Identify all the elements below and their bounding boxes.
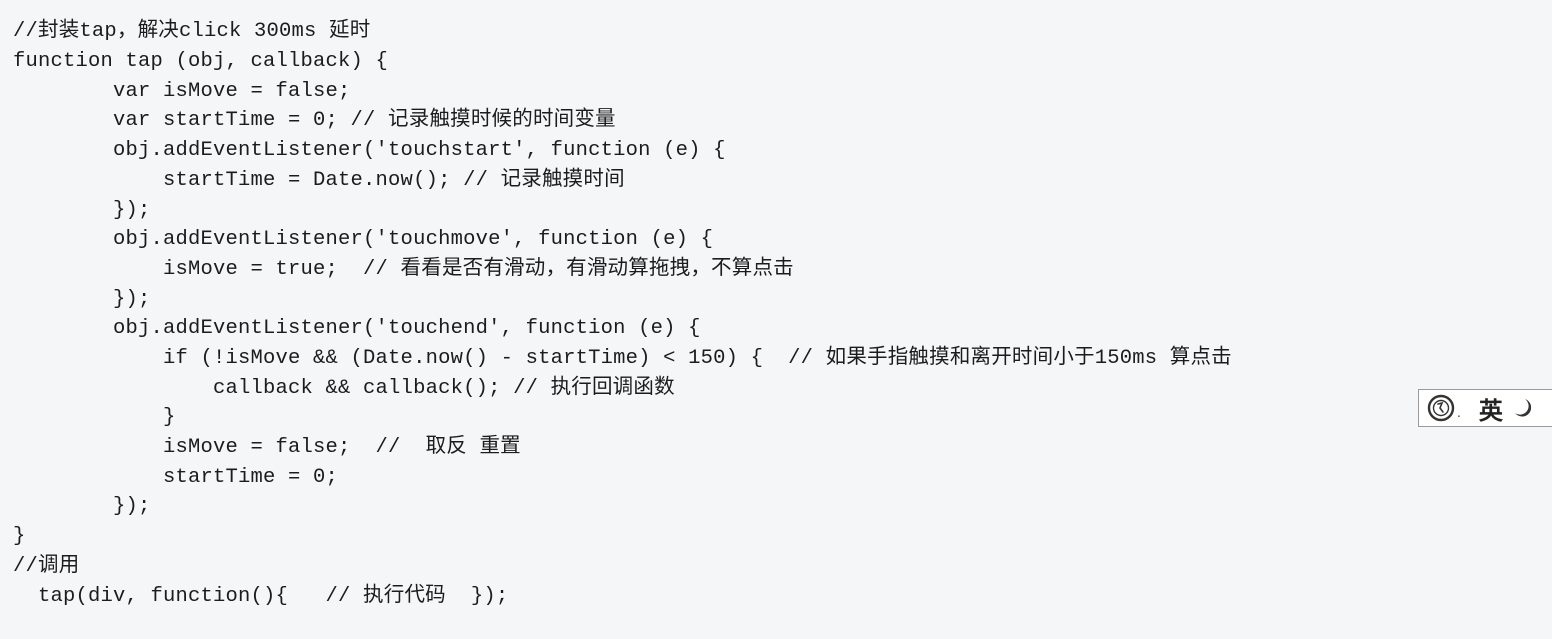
code-line: isMove = true; // 看看是否有滑动，有滑动算拖拽，不算点击 (13, 258, 794, 281)
sogou-ime-logo-icon[interactable] (1427, 394, 1455, 422)
code-line: }); (13, 288, 151, 311)
code-line: callback && callback(); // 执行回调函数 (13, 377, 675, 400)
code-line: } (13, 525, 26, 548)
code-line: isMove = false; // 取反 重置 (13, 436, 521, 459)
code-line: var isMove = false; (13, 80, 351, 103)
code-line: } (13, 406, 176, 429)
ime-toolbar[interactable]: . 英 (1418, 389, 1552, 427)
moon-icon[interactable] (1513, 397, 1531, 419)
code-line: //封装tap，解决click 300ms 延时 (13, 20, 371, 43)
code-line: if (!isMove && (Date.now() - startTime) … (13, 347, 1232, 370)
code-snippet: //封装tap，解决click 300ms 延时 function tap (o… (0, 0, 1552, 639)
ime-separator-dot: . (1457, 406, 1461, 420)
code-line: obj.addEventListener('touchend', functio… (13, 317, 701, 340)
ime-language-toggle[interactable]: 英 (1479, 391, 1503, 426)
code-line: startTime = 0; (13, 466, 339, 489)
code-line: }); (13, 495, 151, 518)
code-line: //调用 (13, 555, 80, 578)
code-line: obj.addEventListener('touchstart', funct… (13, 139, 726, 162)
code-line: var startTime = 0; // 记录触摸时候的时间变量 (13, 109, 616, 132)
code-line: obj.addEventListener('touchmove', functi… (13, 228, 714, 251)
code-line: startTime = Date.now(); // 记录触摸时间 (13, 169, 625, 192)
code-line: }); (13, 199, 151, 222)
code-line: tap(div, function(){ // 执行代码 }); (13, 585, 509, 608)
code-line: function tap (obj, callback) { (13, 50, 389, 73)
